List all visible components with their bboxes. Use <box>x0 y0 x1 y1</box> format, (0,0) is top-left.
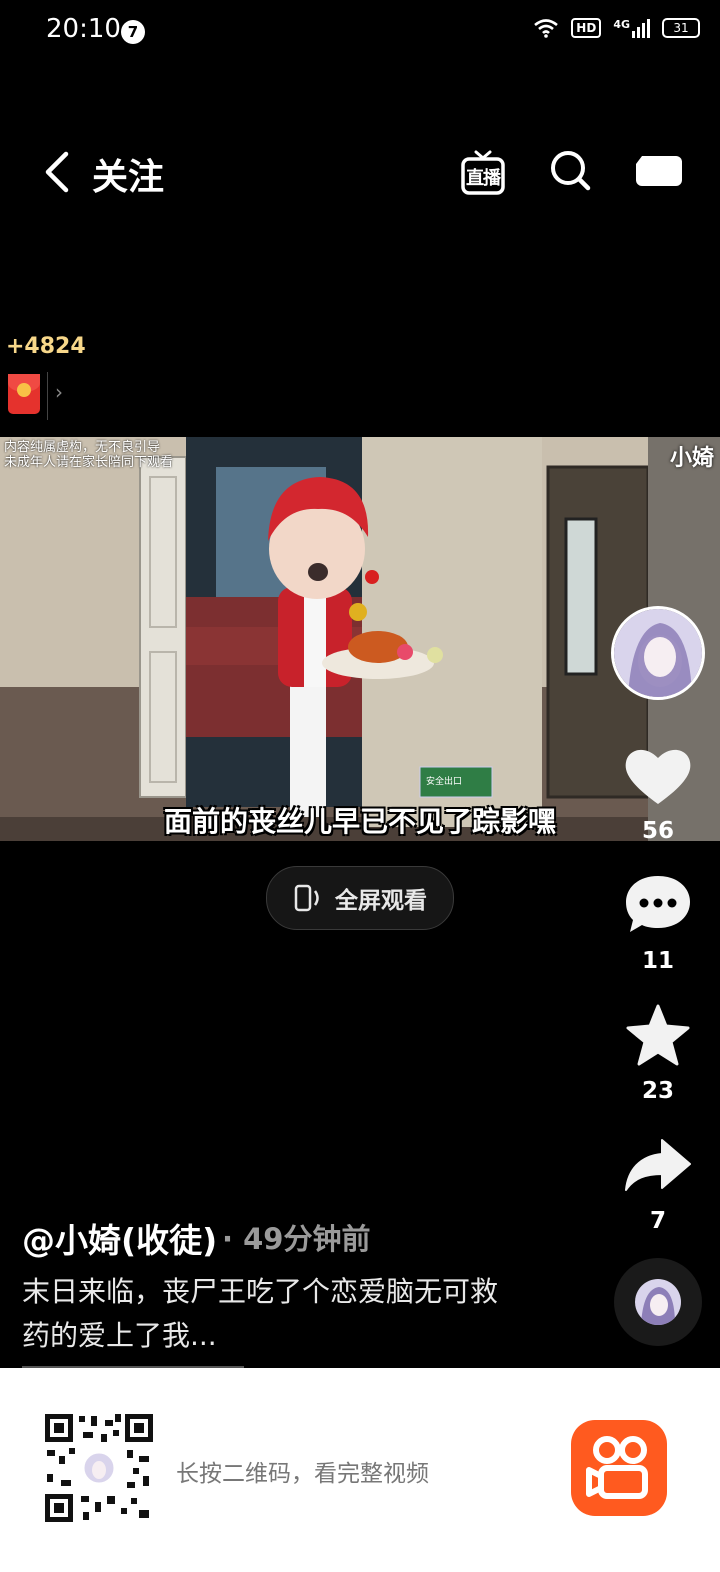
music-disc[interactable] <box>614 1258 702 1346</box>
comment-icon[interactable] <box>620 872 696 936</box>
favorite-count: 23 <box>641 1078 674 1104</box>
red-packet-icon[interactable] <box>8 374 40 414</box>
qr-instruction: 长按二维码，看完整视频 <box>176 1461 429 1487</box>
video-description[interactable]: 末日来临，丧尸王吃了个恋爱脑无可救药的爱上了我... <box>22 1270 522 1358</box>
red-packet-coin <box>17 383 31 397</box>
status-time: 20:10 <box>46 14 121 44</box>
exit-sign-text: 安全出口 <box>426 775 462 787</box>
qr-code-icon[interactable] <box>43 1412 155 1524</box>
phone-rotate-icon <box>294 884 319 912</box>
music-cover-image <box>635 1279 681 1325</box>
reward-points[interactable]: +4824 <box>6 334 86 359</box>
fullscreen-button[interactable]: 全屏观看 <box>266 866 454 930</box>
wifi-icon <box>534 19 559 38</box>
author-avatar[interactable] <box>611 606 705 700</box>
disclaimer-line-2: 未成年人请在家长陪同下观看 <box>4 455 174 470</box>
search-icon[interactable] <box>548 148 592 192</box>
network-type: 4G <box>613 18 630 31</box>
signal-indicator: 4G <box>613 18 650 38</box>
avatar-image <box>614 609 702 697</box>
notification-badge: 7 <box>121 20 145 44</box>
page-title: 关注 <box>92 157 165 198</box>
hd-badge: HD <box>571 18 602 38</box>
heart-icon[interactable] <box>620 744 696 808</box>
camera-icon[interactable] <box>636 152 682 188</box>
video-watermark: 小婍 <box>669 446 714 471</box>
share-icon[interactable] <box>620 1134 696 1198</box>
share-count: 7 <box>649 1208 666 1234</box>
chevron-left-icon[interactable] <box>40 150 76 194</box>
disclaimer-line-1: 内容纯属虚构，无不良引导 <box>4 440 161 455</box>
kuaishou-logo[interactable] <box>571 1420 667 1516</box>
post-time: · 49分钟前 <box>222 1222 371 1256</box>
comment-count: 11 <box>641 948 674 974</box>
like-count: 56 <box>641 818 674 844</box>
reward-expand-arrow[interactable]: › <box>55 380 63 404</box>
battery-indicator: 31 <box>662 18 700 38</box>
star-icon[interactable] <box>620 1004 696 1068</box>
signal-bars-icon <box>632 19 650 38</box>
music-cover <box>635 1279 681 1325</box>
fullscreen-label: 全屏观看 <box>335 888 427 914</box>
reward-divider <box>47 372 48 420</box>
status-icons: HD 4G 31 <box>533 18 700 38</box>
author-name[interactable]: @小婍(收徒) <box>22 1214 217 1262</box>
live-label: 直播 <box>466 168 501 189</box>
content-disclaimer: 内容纯属虚构，无不良引导 未成年人请在家长陪同下观看 <box>4 440 173 470</box>
live-button[interactable]: 直播 <box>460 150 506 196</box>
kuaishou-logo-mark <box>586 1436 648 1499</box>
